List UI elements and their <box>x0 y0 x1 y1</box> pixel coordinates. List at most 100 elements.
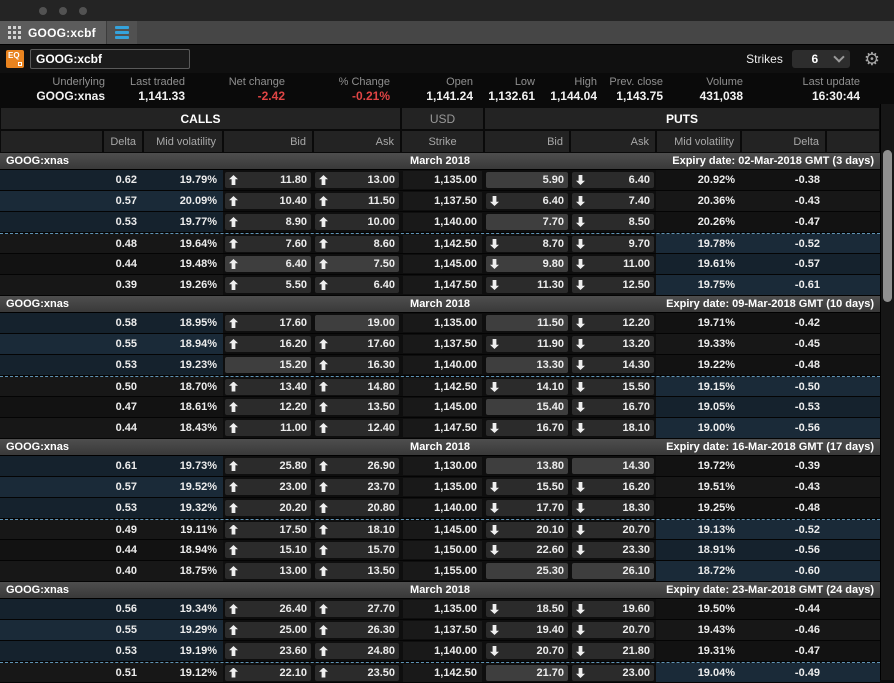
put-ask-cell[interactable]: 8.50 <box>572 214 654 230</box>
call-ask-cell[interactable]: 27.70 <box>315 601 399 617</box>
call-bid-cell[interactable]: 12.20 <box>225 399 311 415</box>
put-ask-cell[interactable]: 9.70 <box>572 236 654 252</box>
call-ask-cell[interactable]: 24.80 <box>315 643 399 659</box>
call-bid-cell[interactable]: 15.10 <box>225 542 311 558</box>
call-bid-cell[interactable]: 6.40 <box>225 256 311 272</box>
strike-cell[interactable]: 1,135.00 <box>403 600 482 618</box>
call-bid-cell[interactable]: 17.50 <box>225 522 311 538</box>
call-ask-cell[interactable]: 15.70 <box>315 542 399 558</box>
put-bid-cell[interactable]: 7.70 <box>486 214 568 230</box>
traffic-light-icon[interactable] <box>59 7 67 15</box>
put-bid-cell[interactable]: 18.50 <box>486 601 568 617</box>
call-bid-cell[interactable]: 7.60 <box>225 236 311 252</box>
strike-cell[interactable]: 1,137.50 <box>403 335 482 353</box>
call-ask-cell[interactable]: 26.90 <box>315 458 399 474</box>
call-bid-cell[interactable]: 17.60 <box>225 315 311 331</box>
put-ask-cell[interactable]: 13.20 <box>572 336 654 352</box>
call-ask-cell[interactable]: 20.80 <box>315 500 399 516</box>
put-bid-cell[interactable]: 5.90 <box>486 172 568 188</box>
put-bid-cell[interactable]: 8.70 <box>486 236 568 252</box>
put-bid-cell[interactable]: 25.30 <box>486 563 568 579</box>
traffic-light-icon[interactable] <box>79 7 87 15</box>
put-bid-cell[interactable]: 9.80 <box>486 256 568 272</box>
call-ask-cell[interactable]: 17.60 <box>315 336 399 352</box>
call-bid-cell[interactable]: 11.00 <box>225 420 311 436</box>
call-bid-cell[interactable]: 11.80 <box>225 172 311 188</box>
put-bid-cell[interactable]: 17.70 <box>486 500 568 516</box>
call-ask-cell[interactable]: 23.70 <box>315 479 399 495</box>
strike-cell[interactable]: 1,130.00 <box>403 457 482 475</box>
strike-cell[interactable]: 1,147.50 <box>403 419 482 437</box>
strike-cell[interactable]: 1,137.50 <box>403 621 482 639</box>
put-ask-cell[interactable]: 19.60 <box>572 601 654 617</box>
put-bid-cell[interactable]: 22.60 <box>486 542 568 558</box>
call-bid-cell[interactable]: 20.20 <box>225 500 311 516</box>
put-bid-cell[interactable]: 11.90 <box>486 336 568 352</box>
put-ask-cell[interactable]: 23.30 <box>572 542 654 558</box>
put-bid-cell[interactable]: 11.30 <box>486 277 568 293</box>
call-ask-cell[interactable]: 13.50 <box>315 399 399 415</box>
strike-cell[interactable]: 1,142.50 <box>403 664 482 682</box>
call-ask-cell[interactable]: 23.50 <box>315 665 399 681</box>
call-ask-cell[interactable]: 14.80 <box>315 379 399 395</box>
strike-cell[interactable]: 1,155.00 <box>403 562 482 580</box>
put-ask-cell[interactable]: 21.80 <box>572 643 654 659</box>
strike-cell[interactable]: 1,150.00 <box>403 541 482 559</box>
call-bid-cell[interactable]: 13.40 <box>225 379 311 395</box>
call-bid-cell[interactable]: 16.20 <box>225 336 311 352</box>
call-ask-cell[interactable]: 8.60 <box>315 236 399 252</box>
scrollbar-thumb[interactable] <box>883 150 892 302</box>
call-ask-cell[interactable]: 26.30 <box>315 622 399 638</box>
call-ask-cell[interactable]: 12.40 <box>315 420 399 436</box>
call-bid-cell[interactable]: 23.00 <box>225 479 311 495</box>
call-bid-cell[interactable]: 13.00 <box>225 563 311 579</box>
put-bid-cell[interactable]: 16.70 <box>486 420 568 436</box>
call-bid-cell[interactable]: 22.10 <box>225 665 311 681</box>
put-bid-cell[interactable]: 13.80 <box>486 458 568 474</box>
strike-cell[interactable]: 1,147.50 <box>403 276 482 294</box>
tab-goog-xcbf[interactable]: GOOG:xcbf <box>0 21 106 44</box>
strike-cell[interactable]: 1,142.50 <box>403 235 482 253</box>
put-bid-cell[interactable]: 19.40 <box>486 622 568 638</box>
put-bid-cell[interactable]: 13.30 <box>486 357 568 373</box>
symbol-input[interactable] <box>30 49 190 69</box>
put-bid-cell[interactable]: 20.70 <box>486 643 568 659</box>
strike-cell[interactable]: 1,137.50 <box>403 192 482 210</box>
put-ask-cell[interactable]: 12.20 <box>572 315 654 331</box>
call-bid-cell[interactable]: 25.80 <box>225 458 311 474</box>
put-bid-cell[interactable]: 21.70 <box>486 665 568 681</box>
put-ask-cell[interactable]: 18.10 <box>572 420 654 436</box>
put-ask-cell[interactable]: 7.40 <box>572 193 654 209</box>
strike-cell[interactable]: 1,142.50 <box>403 378 482 396</box>
strike-cell[interactable]: 1,140.00 <box>403 499 482 517</box>
strike-cell[interactable]: 1,140.00 <box>403 642 482 660</box>
strike-cell[interactable]: 1,140.00 <box>403 356 482 374</box>
put-ask-cell[interactable]: 16.70 <box>572 399 654 415</box>
strike-cell[interactable]: 1,145.00 <box>403 255 482 273</box>
scrollbar-track[interactable] <box>880 104 894 680</box>
put-bid-cell[interactable]: 15.40 <box>486 399 568 415</box>
put-ask-cell[interactable]: 18.30 <box>572 500 654 516</box>
put-bid-cell[interactable]: 15.50 <box>486 479 568 495</box>
strike-cell[interactable]: 1,140.00 <box>403 213 482 231</box>
call-ask-cell[interactable]: 11.50 <box>315 193 399 209</box>
call-ask-cell[interactable]: 13.50 <box>315 563 399 579</box>
call-bid-cell[interactable]: 8.90 <box>225 214 311 230</box>
call-ask-cell[interactable]: 6.40 <box>315 277 399 293</box>
strike-cell[interactable]: 1,135.00 <box>403 171 482 189</box>
call-ask-cell[interactable]: 7.50 <box>315 256 399 272</box>
strike-cell[interactable]: 1,135.00 <box>403 314 482 332</box>
call-bid-cell[interactable]: 5.50 <box>225 277 311 293</box>
strike-cell[interactable]: 1,145.00 <box>403 398 482 416</box>
put-ask-cell[interactable]: 12.50 <box>572 277 654 293</box>
traffic-light-icon[interactable] <box>39 7 47 15</box>
strike-cell[interactable]: 1,145.00 <box>403 521 482 539</box>
put-ask-cell[interactable]: 16.20 <box>572 479 654 495</box>
strike-cell[interactable]: 1,135.00 <box>403 478 482 496</box>
put-ask-cell[interactable]: 26.10 <box>572 563 654 579</box>
hamburger-menu-icon[interactable] <box>106 21 137 44</box>
call-bid-cell[interactable]: 23.60 <box>225 643 311 659</box>
strikes-dropdown[interactable]: 6 <box>792 50 850 68</box>
put-ask-cell[interactable]: 23.00 <box>572 665 654 681</box>
call-bid-cell[interactable]: 15.20 <box>225 357 311 373</box>
